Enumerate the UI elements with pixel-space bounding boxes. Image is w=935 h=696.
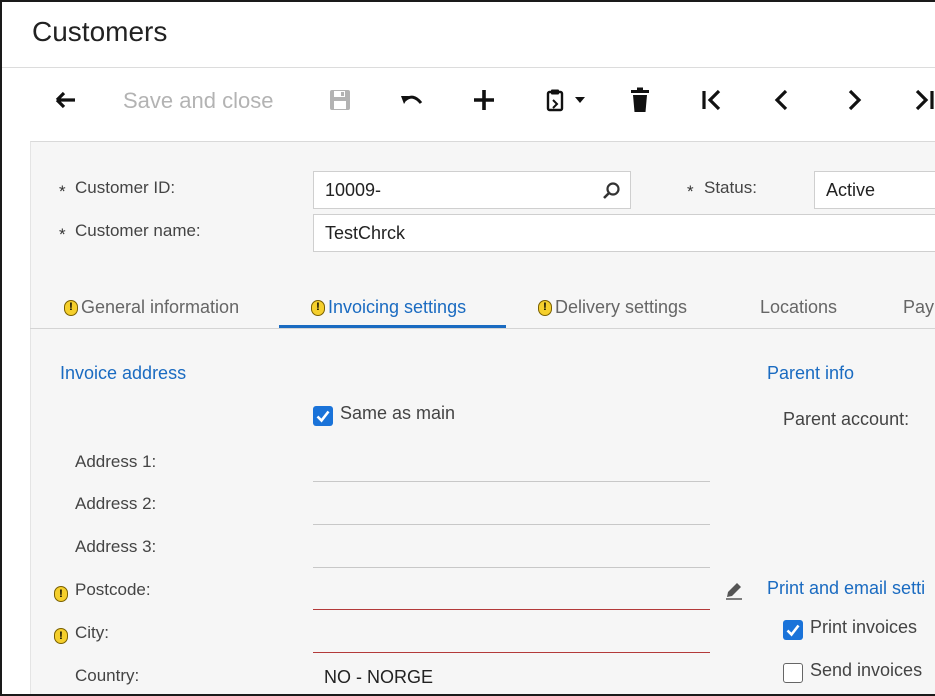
send-invoices-label: Send invoices <box>810 660 923 680</box>
required-marker: * <box>59 225 66 244</box>
clipboard-icon <box>546 89 564 112</box>
address-1-label: Address 1: <box>75 452 157 471</box>
print-invoices-checkbox[interactable] <box>783 620 803 640</box>
active-tab-indicator <box>279 325 506 328</box>
tab-locations[interactable]: Locations <box>760 297 837 318</box>
save-button[interactable] <box>322 82 358 118</box>
print-invoices-label: Print invoices <box>810 617 918 637</box>
same-as-main-label: Same as main <box>340 403 456 423</box>
required-marker: * <box>687 182 694 201</box>
tab-label: Invoicing settings <box>328 297 467 317</box>
undo-button[interactable] <box>394 82 430 118</box>
postcode-label: Postcode: <box>75 580 151 599</box>
customer-name-field[interactable]: TestChrck <box>313 214 935 252</box>
last-record-button[interactable] <box>908 82 935 118</box>
page-title: Customers <box>32 16 168 47</box>
back-button[interactable] <box>48 82 84 118</box>
address-3-label: Address 3: <box>75 537 157 556</box>
tab-payment[interactable]: Pay <box>903 297 935 318</box>
customers-window: Customers Save and close * Customer ID: … <box>0 0 935 696</box>
warning-icon: ! <box>64 299 78 316</box>
checkmark-icon <box>786 624 800 637</box>
next-icon <box>848 89 862 111</box>
parent-account-label: Parent account: <box>783 409 910 429</box>
customer-name-value: TestChrck <box>325 222 406 243</box>
required-marker: * <box>59 182 66 201</box>
add-button[interactable] <box>466 82 502 118</box>
first-icon <box>702 89 721 111</box>
parent-info-heading: Parent info <box>767 363 855 383</box>
delete-button[interactable] <box>622 82 658 118</box>
tab-label: Pay <box>903 297 935 317</box>
invoice-address-heading: Invoice address <box>60 363 187 383</box>
next-record-button[interactable] <box>836 82 872 118</box>
address-2-label: Address 2: <box>75 494 157 513</box>
warning-icon: ! <box>538 299 552 316</box>
chevron-down-icon <box>575 97 585 103</box>
edit-address-button[interactable] <box>724 580 744 605</box>
tab-invoicing-settings[interactable]: ! Invoicing settings <box>311 297 466 318</box>
status-select[interactable]: Active <box>814 171 935 209</box>
first-record-button[interactable] <box>694 82 730 118</box>
customer-id-value: 10009- <box>325 179 382 200</box>
city-field[interactable] <box>313 652 710 653</box>
add-icon <box>474 90 494 110</box>
tabs-divider <box>30 328 935 329</box>
warning-icon: ! <box>54 586 68 602</box>
pencil-icon <box>726 583 742 600</box>
country-field[interactable]: NO - NORGE <box>324 667 433 688</box>
search-icon[interactable] <box>602 181 622 201</box>
clipboard-menu-button[interactable] <box>538 82 594 118</box>
warning-icon: ! <box>311 299 325 316</box>
address-3-field[interactable] <box>313 567 710 568</box>
tab-label: General information <box>81 297 240 317</box>
address-1-field[interactable] <box>313 481 710 482</box>
tab-label: Delivery settings <box>555 297 688 317</box>
prev-icon <box>774 89 788 111</box>
customer-id-field[interactable]: 10009- <box>313 171 631 209</box>
tab-general-information[interactable]: ! General information <box>64 297 239 318</box>
send-invoices-checkbox[interactable] <box>783 663 803 683</box>
save-and-close-button[interactable]: Save and close <box>123 88 273 114</box>
status-label: Status: <box>704 178 757 197</box>
tab-label: Locations <box>760 297 838 317</box>
last-icon <box>915 89 934 111</box>
address-2-field[interactable] <box>313 524 710 525</box>
city-label: City: <box>75 623 109 642</box>
country-label: Country: <box>75 666 140 685</box>
warning-icon: ! <box>54 628 68 644</box>
checkmark-icon <box>316 410 330 423</box>
tab-delivery-settings[interactable]: ! Delivery settings <box>538 297 687 318</box>
back-icon <box>55 91 75 109</box>
undo-icon <box>401 95 423 104</box>
same-as-main-checkbox[interactable] <box>313 406 333 426</box>
customer-id-label: Customer ID: <box>75 178 176 197</box>
save-icon <box>330 90 350 110</box>
customer-name-label: Customer name: <box>75 221 201 240</box>
postcode-field[interactable] <box>313 609 710 610</box>
header-divider <box>2 67 935 68</box>
status-value: Active <box>826 179 876 200</box>
previous-record-button[interactable] <box>764 82 800 118</box>
print-email-heading: Print and email setti <box>767 578 926 598</box>
delete-icon <box>631 87 649 112</box>
